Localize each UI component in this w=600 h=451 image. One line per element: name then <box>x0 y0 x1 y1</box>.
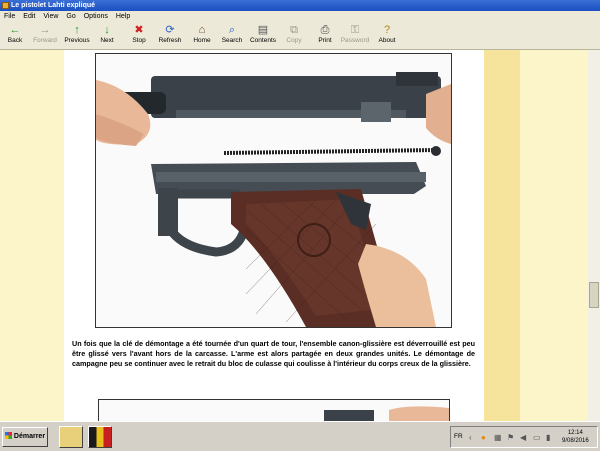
menu-edit[interactable]: Edit <box>19 11 39 22</box>
copy-button[interactable]: ⧉ Copy <box>284 24 304 44</box>
help-app-taskbar-icon[interactable] <box>88 426 112 448</box>
clock[interactable]: 12:14 9/08/2016 <box>562 429 589 445</box>
right-margin <box>520 50 588 421</box>
menu-options[interactable]: Options <box>80 11 112 22</box>
pistol-disassembly-photo <box>95 53 452 328</box>
menu-help[interactable]: Help <box>112 11 134 22</box>
forward-button[interactable]: → Forward <box>31 24 59 44</box>
search-button[interactable]: ⌕ Search <box>221 24 243 44</box>
expand-tray-icon[interactable]: ‹ <box>469 433 472 442</box>
left-margin <box>0 50 64 421</box>
battery-icon[interactable]: ▭ <box>533 433 541 442</box>
file-explorer-taskbar-icon[interactable] <box>59 426 83 448</box>
next-button[interactable]: ↓ Next <box>96 24 118 44</box>
update-icon[interactable]: ● <box>481 433 486 442</box>
window-title-bar: Le pistolet Lahti expliqué <box>0 0 600 11</box>
windows-logo-icon <box>4 432 12 439</box>
print-icon: ⎙ <box>320 24 330 36</box>
previous-button[interactable]: ↑ Previous <box>63 24 91 44</box>
down-arrow-icon: ↓ <box>104 24 110 36</box>
contents-icon: ▤ <box>257 24 269 36</box>
up-arrow-icon: ↑ <box>74 24 80 36</box>
stop-button[interactable]: ✖ Stop <box>128 24 150 44</box>
language-indicator[interactable]: FR <box>454 433 463 440</box>
home-icon: ⌂ <box>198 24 206 36</box>
search-icon: ⌕ <box>228 24 236 36</box>
stop-icon: ✖ <box>134 24 144 36</box>
start-button[interactable]: Démarrer <box>2 427 48 447</box>
volume-icon[interactable]: ◀ <box>520 433 526 442</box>
right-stripe <box>484 50 520 421</box>
second-photo <box>98 399 450 421</box>
clock-date: 9/08/2016 <box>562 438 589 444</box>
app-icon <box>2 2 9 9</box>
article-page: Un fois que la clé de démontage a été to… <box>64 50 484 421</box>
content-area: Un fois que la clé de démontage a été to… <box>0 50 588 421</box>
print-button[interactable]: ⎙ Print <box>315 24 335 44</box>
back-button[interactable]: ← Back <box>3 24 27 44</box>
taskbar: Démarrer FR ‹ ● ▦ ⚑ ◀ ▭ ▮ 12:14 9/08/201… <box>0 421 600 451</box>
refresh-button[interactable]: ⟳ Refresh <box>157 24 183 44</box>
home-button[interactable]: ⌂ Home <box>191 24 213 44</box>
system-tray: FR ‹ ● ▦ ⚑ ◀ ▭ ▮ 12:14 9/08/2016 <box>450 426 598 448</box>
clock-time: 12:14 <box>567 430 583 436</box>
about-icon: ? <box>383 24 391 36</box>
vertical-scrollbar[interactable] <box>588 50 600 421</box>
back-arrow-icon: ← <box>9 24 21 36</box>
toolbar: ← Back → Forward ↑ Previous ↓ Next ✖ Stop ⟳ Re… <box>0 22 600 50</box>
second-photo-illustration <box>99 400 449 421</box>
menu-go[interactable]: Go <box>62 11 79 22</box>
forward-arrow-icon: → <box>39 24 51 36</box>
scrollbar-thumb[interactable] <box>589 282 599 308</box>
flag-icon[interactable]: ⚑ <box>507 433 514 442</box>
menu-view[interactable]: View <box>39 11 62 22</box>
menu-file[interactable]: File <box>0 11 19 22</box>
contents-button[interactable]: ▤ Contents <box>249 24 277 44</box>
signal-icon[interactable]: ▮ <box>546 433 550 442</box>
window-title: Le pistolet Lahti expliqué <box>11 2 96 9</box>
pistol-photo-illustration <box>96 54 451 327</box>
password-button[interactable]: ⚿ Password <box>340 24 370 44</box>
key-icon: ⚿ <box>350 24 360 36</box>
refresh-icon: ⟳ <box>165 24 175 36</box>
article-paragraph: Un fois que la clé de démontage a été to… <box>72 339 475 368</box>
about-button[interactable]: ? About <box>376 24 398 44</box>
network-icon[interactable]: ▦ <box>494 433 502 442</box>
copy-icon: ⧉ <box>290 24 298 36</box>
